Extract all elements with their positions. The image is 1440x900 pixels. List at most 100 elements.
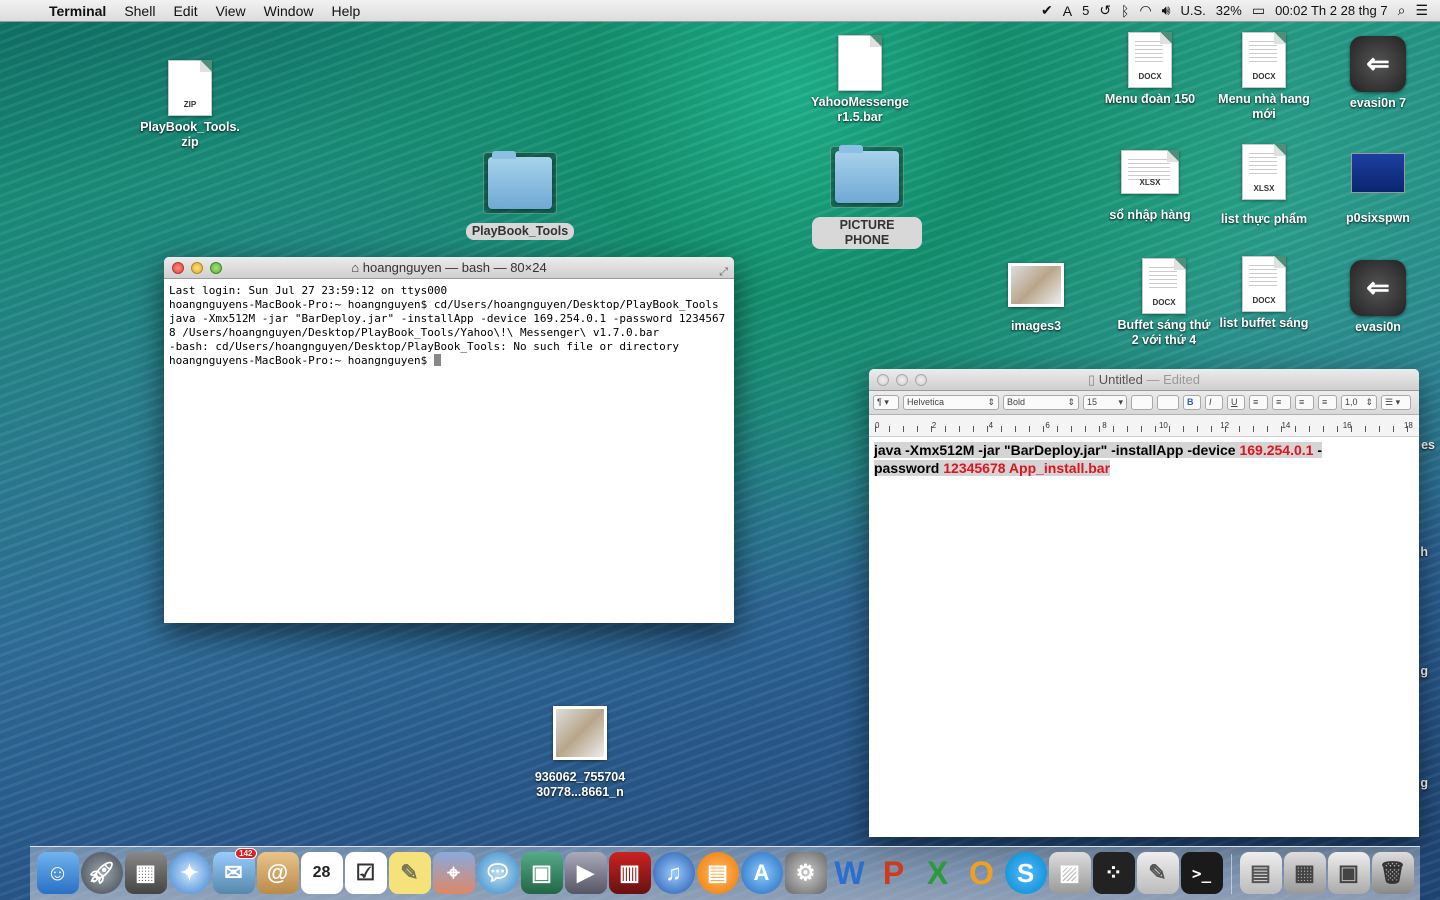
- desktop-app-evasi0n[interactable]: ⇐ evasi0n: [1323, 260, 1433, 335]
- align-left-button[interactable]: ≡: [1249, 395, 1268, 410]
- powerpoint-icon[interactable]: P: [873, 852, 915, 894]
- terminal-icon[interactable]: >_: [1180, 852, 1223, 894]
- wifi-icon[interactable]: ◠: [1139, 2, 1151, 19]
- font-family-select[interactable]: Helvetica ⇕: [903, 395, 999, 410]
- document-icon: ▯: [1088, 372, 1096, 387]
- blackberry-icon[interactable]: ⁘: [1092, 852, 1135, 894]
- battery-percent[interactable]: 32%: [1216, 3, 1242, 18]
- font-style-select[interactable]: Bold ⇕: [1003, 395, 1079, 410]
- desktop-file-p0sixspwn[interactable]: p0sixspwn: [1323, 153, 1433, 226]
- xlsx-file-icon: XLSX: [1121, 150, 1179, 194]
- excel-icon[interactable]: X: [917, 852, 959, 894]
- paragraph-styles-button[interactable]: ¶ ▾: [873, 395, 899, 410]
- desktop-file-list-buffet-sang[interactable]: DOCX list buffet sáng: [1209, 256, 1319, 331]
- desktop-file-yahoo-bar[interactable]: YahooMessenge r1.5.bar: [805, 35, 915, 125]
- time-machine-icon[interactable]: ↺: [1099, 2, 1111, 19]
- line-spacing-select[interactable]: 1,0 ⇕: [1341, 395, 1377, 410]
- align-center-button[interactable]: ≡: [1272, 395, 1291, 410]
- menu-window[interactable]: Window: [255, 3, 323, 19]
- applications-stack-icon[interactable]: ▣: [1327, 852, 1370, 894]
- documents-stack-icon[interactable]: ▦: [1283, 852, 1326, 894]
- desktop-file-list-thuc-pham[interactable]: XLSX list thực phẩm: [1209, 144, 1319, 227]
- menu-app-name[interactable]: Terminal: [40, 3, 115, 19]
- desktop-file-buffet-sang[interactable]: DOCX Buffet sáng thứ 2 với thứ 4: [1109, 258, 1219, 348]
- outlook-icon[interactable]: O: [961, 852, 1003, 894]
- menu-edit[interactable]: Edit: [164, 3, 206, 19]
- desktop-folder-playbook-tools[interactable]: PlayBook_Tools: [465, 151, 575, 240]
- textedit-icon[interactable]: ✎: [1136, 852, 1179, 894]
- mail-icon[interactable]: ✉ 142: [212, 848, 257, 894]
- facetime-icon[interactable]: ▶: [564, 852, 607, 894]
- desktop-app-evasi0n7[interactable]: ⇐ evasi0n 7: [1323, 36, 1433, 111]
- maps-icon[interactable]: ⌖: [432, 852, 475, 894]
- desktop-file-menu-doan[interactable]: DOCX Menu đoàn 150: [1095, 32, 1205, 107]
- textedit-titlebar[interactable]: ▯ Untitled — Edited: [869, 369, 1419, 391]
- skype-icon[interactable]: S: [1004, 852, 1047, 894]
- zoom-button[interactable]: [915, 374, 927, 386]
- zoom-button[interactable]: [210, 262, 222, 274]
- battery-icon[interactable]: ▭: [1252, 2, 1265, 19]
- word-icon[interactable]: W: [829, 852, 871, 894]
- trash-icon[interactable]: 🗑︎: [1371, 852, 1414, 894]
- notification-count[interactable]: 5: [1082, 3, 1089, 18]
- input-source[interactable]: U.S.: [1181, 3, 1206, 18]
- justify-button[interactable]: ≡: [1318, 395, 1337, 410]
- minimize-button[interactable]: [896, 374, 908, 386]
- close-button[interactable]: [172, 262, 184, 274]
- desktop-folder-picture-phone[interactable]: PICTURE PHONE: [812, 145, 922, 249]
- italic-button[interactable]: I: [1205, 395, 1223, 410]
- finder-icon[interactable]: ☺: [36, 852, 79, 894]
- background-color-well[interactable]: [1157, 395, 1179, 410]
- downloads-stack-icon[interactable]: ▤: [1239, 852, 1282, 894]
- desktop-file-so-nhap-hang[interactable]: XLSX sổ nhập hàng: [1095, 150, 1205, 223]
- mission-control-icon[interactable]: ▦: [124, 852, 167, 894]
- terminal-output[interactable]: Last login: Sun Jul 27 23:59:12 on ttys0…: [164, 279, 734, 373]
- ibooks-icon[interactable]: ▤: [696, 852, 739, 894]
- volume-icon[interactable]: 🔊︎: [1162, 2, 1171, 19]
- evasi0n-icon: ⇐: [1350, 36, 1406, 92]
- desktop-file-playbook-zip[interactable]: ZIP PlayBook_Tools. zip: [135, 60, 245, 150]
- menu-shell[interactable]: Shell: [115, 3, 164, 19]
- textedit-title-state: — Edited: [1142, 372, 1200, 387]
- messages-icon[interactable]: 💬︎: [476, 852, 519, 894]
- reminders-icon[interactable]: ☑: [344, 852, 387, 894]
- terminal-window[interactable]: ⌂ hoangnguyen — bash — 80×24 ⤢ Last logi…: [164, 257, 734, 623]
- desktop-file-photo[interactable]: 936062_755704 30778...8661_n: [525, 706, 635, 800]
- clock[interactable]: 00:02 Th 2 28 thg 7: [1275, 3, 1388, 18]
- notes-icon[interactable]: ✎: [388, 852, 431, 894]
- ruler[interactable]: 0 2 4 6 8 10 12 14 16 18: [869, 415, 1419, 437]
- minimize-button[interactable]: [191, 262, 203, 274]
- align-right-button[interactable]: ≡: [1295, 395, 1314, 410]
- list-bullets-select[interactable]: ☰ ▾: [1381, 395, 1411, 410]
- desktop-file-images3[interactable]: images3: [981, 263, 1091, 334]
- bold-button[interactable]: B: [1183, 395, 1201, 410]
- menu-help[interactable]: Help: [322, 3, 369, 19]
- document-text[interactable]: java -Xmx512M -jar "BarDeploy.jar" -inst…: [869, 437, 1419, 481]
- textedit-window[interactable]: ▯ Untitled — Edited ¶ ▾ Helvetica ⇕ Bold ⇕…: [869, 369, 1419, 837]
- underline-button[interactable]: U: [1227, 395, 1245, 410]
- menu-view[interactable]: View: [207, 3, 255, 19]
- terminal-titlebar[interactable]: ⌂ hoangnguyen — bash — 80×24 ⤢: [164, 257, 734, 279]
- fullscreen-icon[interactable]: ⤢: [719, 261, 728, 283]
- app-store-icon[interactable]: A: [740, 852, 783, 894]
- contacts-icon[interactable]: @: [256, 852, 299, 894]
- photo-booth-icon[interactable]: ▥: [608, 852, 651, 894]
- launchpad-icon[interactable]: 🚀︎: [80, 852, 123, 894]
- zip-file-icon: ZIP: [168, 60, 212, 116]
- desktop-file-menu-nha-hang[interactable]: DOCX Menu nhà hang mới: [1209, 32, 1319, 122]
- calendar-icon[interactable]: 28: [300, 852, 343, 894]
- itunes-icon[interactable]: ♫: [652, 852, 695, 894]
- dock-separator: [1230, 854, 1232, 894]
- image-capture-icon[interactable]: ▨: [1048, 852, 1091, 894]
- close-button[interactable]: [877, 374, 889, 386]
- spotlight-icon[interactable]: ⌕: [1398, 2, 1406, 19]
- notification-center-icon[interactable]: ☰: [1415, 2, 1428, 19]
- safari-icon[interactable]: ✦: [168, 852, 211, 894]
- system-preferences-icon[interactable]: ⚙: [784, 852, 827, 894]
- iphoto-icon[interactable]: ▣: [520, 852, 563, 894]
- text-color-well[interactable]: [1131, 395, 1153, 410]
- bluetooth-icon[interactable]: ᛒ: [1121, 3, 1129, 19]
- adobe-status-icon[interactable]: A: [1063, 3, 1072, 19]
- skype-status-icon[interactable]: ✔: [1041, 2, 1053, 19]
- font-size-field[interactable]: 15 ▾: [1083, 395, 1127, 410]
